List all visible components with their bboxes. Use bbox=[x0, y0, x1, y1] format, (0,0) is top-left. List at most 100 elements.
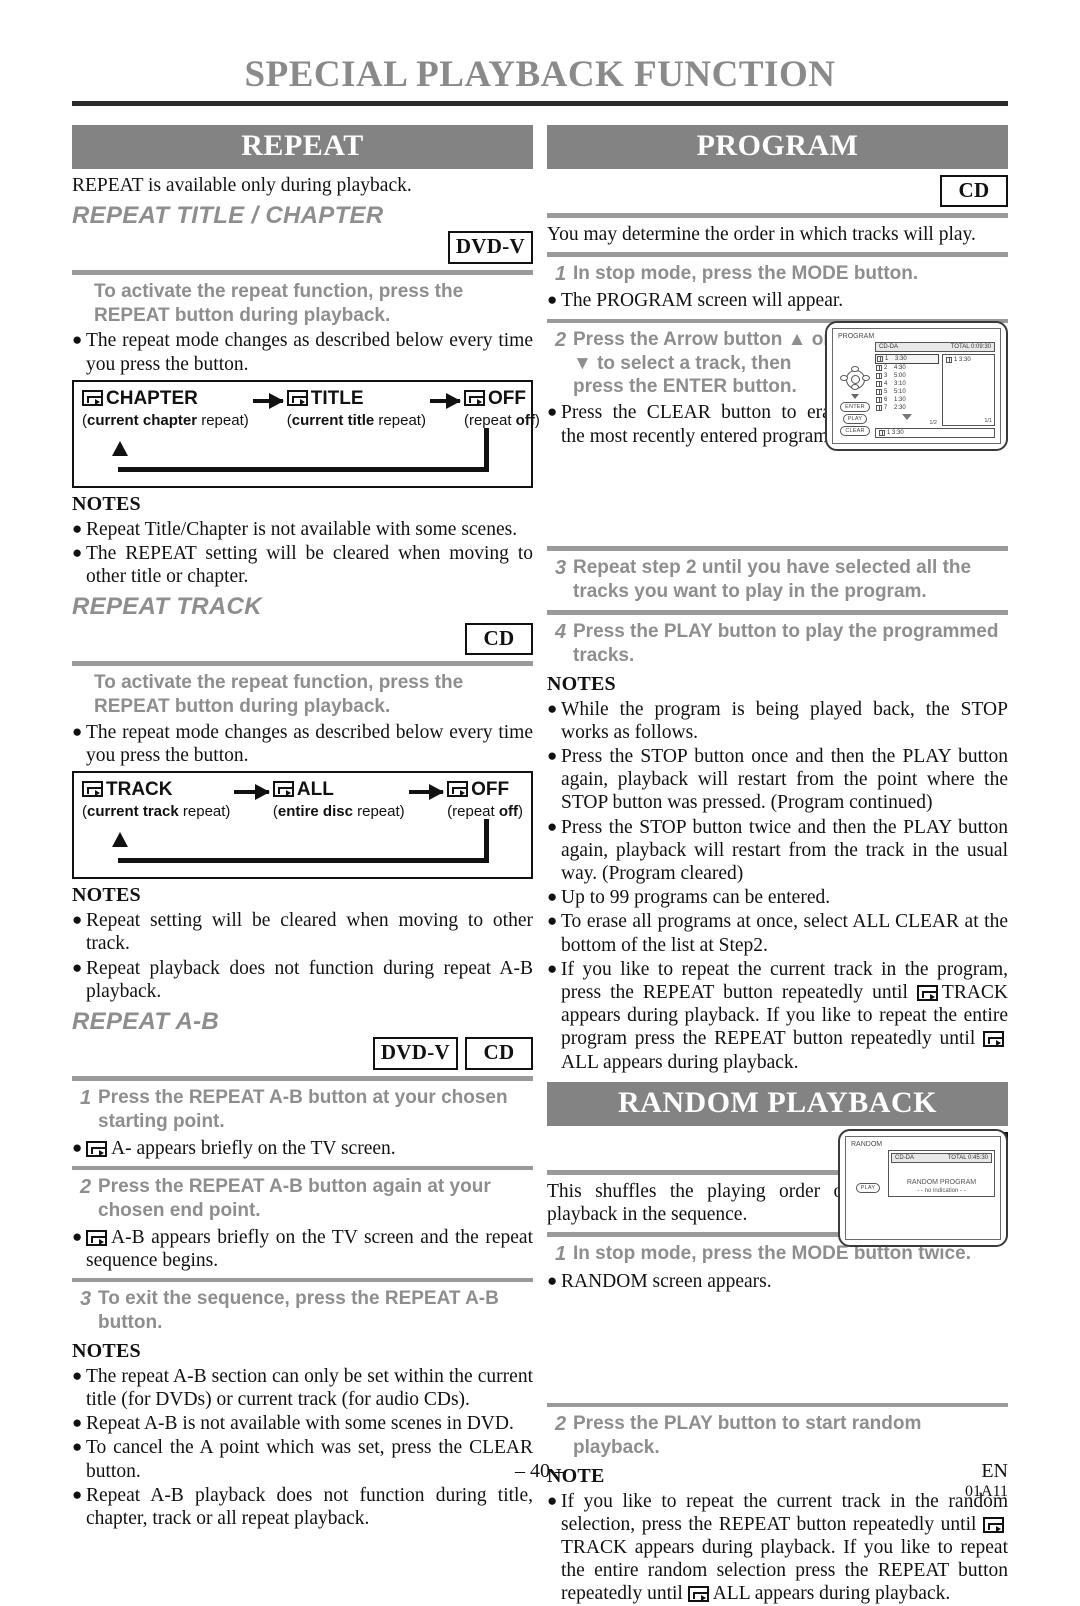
cycle-node-track: TRACK (current track repeat) bbox=[82, 779, 231, 821]
divider bbox=[547, 1402, 1008, 1407]
instruction-repeat-track: To activate the repeat function, press t… bbox=[94, 672, 464, 717]
step-number: 1 bbox=[555, 1243, 567, 1266]
list-item: ● Press the CLEAR button to erase the mo… bbox=[547, 401, 847, 447]
divider bbox=[72, 1165, 533, 1170]
notes-heading: NOTES bbox=[72, 884, 141, 907]
cycle-node-label: OFF bbox=[463, 388, 540, 410]
cycle-node-label: ALL bbox=[272, 779, 405, 801]
osd-button-play: PLAY bbox=[842, 413, 868, 424]
list-item: ● To erase all programs at once, select … bbox=[547, 910, 1008, 956]
repeat-icon bbox=[272, 781, 294, 798]
repeat-icon bbox=[687, 1586, 709, 1603]
dpad-icon bbox=[840, 365, 870, 392]
divider bbox=[547, 212, 1008, 218]
osd-inner: PROGRAM ENTER PLAY CLEAR CD-DA TOTAL 0:0… bbox=[832, 327, 1001, 444]
bullet-text: The repeat mode changes as described bel… bbox=[86, 721, 533, 767]
list-item: ● Repeat Title/Chapter is not available … bbox=[72, 518, 533, 541]
cycle-return-arrowhead bbox=[112, 832, 128, 848]
bullet-text: The REPEAT setting will be cleared when … bbox=[86, 543, 533, 588]
bullet-dot: ● bbox=[547, 402, 558, 422]
dpad-hub bbox=[851, 374, 860, 384]
footer-doc-code: 01A11 bbox=[965, 1483, 1008, 1500]
badge-dvd-v: DVD-V bbox=[372, 1037, 458, 1070]
repeat-icon bbox=[983, 1031, 1005, 1048]
osd-button-clear: CLEAR bbox=[840, 425, 870, 436]
list-item: ● Press the STOP button once and then th… bbox=[547, 745, 1008, 815]
table-row: 6 1:30 bbox=[875, 396, 939, 404]
osd-track-list: 1 3:30 2 4:30 3 5:00 4 3:10 5 5:10 6 1:30 7 2:3… bbox=[875, 353, 939, 426]
table-row: 3 5:00 bbox=[875, 372, 939, 380]
osd-title: PROGRAM bbox=[838, 332, 875, 340]
bullet-dot: ● bbox=[547, 698, 558, 718]
subheading-repeat-track: REPEAT TRACK bbox=[72, 593, 262, 621]
divider bbox=[72, 1075, 533, 1081]
cycle-arrow-2 bbox=[429, 393, 461, 410]
bullet-text: Press the STOP button once and then the … bbox=[561, 745, 1008, 814]
instruction-repeat-title-chapter: To activate the repeat function, press t… bbox=[94, 280, 464, 326]
bullet-text: While the program is being played back, … bbox=[561, 698, 1008, 743]
two-column-layout: REPEAT REPEAT is available only during p… bbox=[72, 124, 1009, 1606]
cycle-node-chapter: CHAPTER (current chapter repeat) bbox=[82, 388, 249, 429]
step-text: Repeat step 2 until you have selected al… bbox=[573, 556, 972, 602]
repeat-icon bbox=[86, 1229, 107, 1246]
repeat-icon bbox=[286, 389, 308, 406]
badge-row-cd: CD bbox=[72, 622, 533, 655]
program-intro: You may determine the order in which tra… bbox=[547, 223, 976, 245]
bullet-text: A-B appears briefly on the TV screen and… bbox=[86, 1226, 533, 1271]
track-icon bbox=[876, 364, 882, 371]
cycle-node-off: OFF (repeat off) bbox=[463, 388, 540, 429]
cycle-node-label: TRACK bbox=[82, 779, 230, 801]
osd-center-line1: RANDOM PROGRAM bbox=[906, 1178, 977, 1186]
bullet-text: If you like to repeat the current track … bbox=[561, 958, 1009, 1073]
bullet-dot: ● bbox=[547, 1270, 558, 1290]
osd-display: CD-DA TOTAL 0:09:30 1 3:30 2 4:30 3 5:00 43… bbox=[875, 341, 995, 438]
track-icon bbox=[946, 356, 952, 363]
notes-list: ● Repeat Title/Chapter is not available … bbox=[72, 518, 533, 589]
repeat-icon bbox=[916, 984, 938, 1001]
track-icon bbox=[876, 397, 882, 404]
bullet-text: Repeat setting will be cleared when movi… bbox=[86, 910, 533, 955]
step-text: Press the REPEAT A-B button at your chos… bbox=[98, 1086, 508, 1132]
osd-center-message: RANDOM PROGRAM - - no indication - - bbox=[891, 1179, 992, 1194]
track-icon bbox=[877, 355, 883, 362]
step-3: 3 To exit the sequence, press the REPEAT… bbox=[72, 1287, 533, 1335]
title-rule bbox=[72, 100, 1008, 106]
cycle-node-sub: (entire disc repeat) bbox=[272, 803, 405, 821]
bullet-text: Press the CLEAR button to erase the most… bbox=[561, 402, 847, 447]
right-column: PROGRAM CD You may determine the order i… bbox=[547, 124, 1009, 1606]
bullet-text: The repeat mode changes as described bel… bbox=[86, 330, 533, 375]
step-number: 4 bbox=[555, 620, 567, 643]
osd-footer-entry: 1 3:30 bbox=[878, 429, 992, 437]
badge-cd: CD bbox=[465, 622, 533, 655]
cycle-node-label: CHAPTER bbox=[82, 388, 249, 410]
step-1: 1 In stop mode, press the MODE button. bbox=[547, 262, 1008, 287]
bullet-dot: ● bbox=[547, 816, 558, 836]
step-1: 1 Press the REPEAT A-B button at your ch… bbox=[72, 1086, 533, 1134]
page-footer: – 40 – EN 01A11 bbox=[0, 1460, 1080, 1512]
step-number: 1 bbox=[80, 1086, 92, 1109]
footer-right: EN 01A11 bbox=[965, 1460, 1008, 1501]
repeat-icon bbox=[82, 389, 103, 406]
step-4: 4 Press the PLAY button to play the prog… bbox=[547, 620, 1008, 668]
track-icon bbox=[876, 373, 882, 380]
osd-title: RANDOM bbox=[851, 1140, 883, 1148]
cycle-node-sub: (current track repeat) bbox=[82, 803, 231, 821]
cycle-row: CHAPTER (current chapter repeat) TITLE (… bbox=[82, 388, 540, 429]
osd-body: ENTER PLAY CLEAR CD-DA TOTAL 0:09:30 1 3… bbox=[838, 341, 995, 438]
bullet-text: The PROGRAM screen will appear. bbox=[561, 290, 844, 312]
bullet-text: Up to 99 programs can be entered. bbox=[561, 887, 831, 909]
repeat-cycle-diagram-chapter: CHAPTER (current chapter repeat) TITLE (… bbox=[72, 379, 540, 488]
osd-button-enter: ENTER bbox=[840, 401, 870, 412]
divider bbox=[547, 252, 1008, 258]
badge-row-cd: CD bbox=[547, 174, 1008, 207]
page-title: SPECIAL PLAYBACK FUNCTION bbox=[244, 54, 836, 95]
list-item: ● Repeat A-B is not available with some … bbox=[72, 1412, 533, 1435]
step-number: 2 bbox=[80, 1175, 92, 1198]
cycle-node-label: TITLE bbox=[286, 388, 426, 410]
bullet-dot: ● bbox=[547, 887, 558, 907]
list-item: ● Up to 99 programs can be entered. bbox=[547, 886, 1008, 909]
caret-down-icon bbox=[851, 393, 859, 399]
track-icon bbox=[876, 405, 882, 412]
osd-remote-controls: ENTER PLAY CLEAR bbox=[838, 342, 872, 438]
osd-inner: RANDOM PLAY CD-DA TOTAL 0:45:30 RANDOM P… bbox=[845, 1135, 1001, 1240]
